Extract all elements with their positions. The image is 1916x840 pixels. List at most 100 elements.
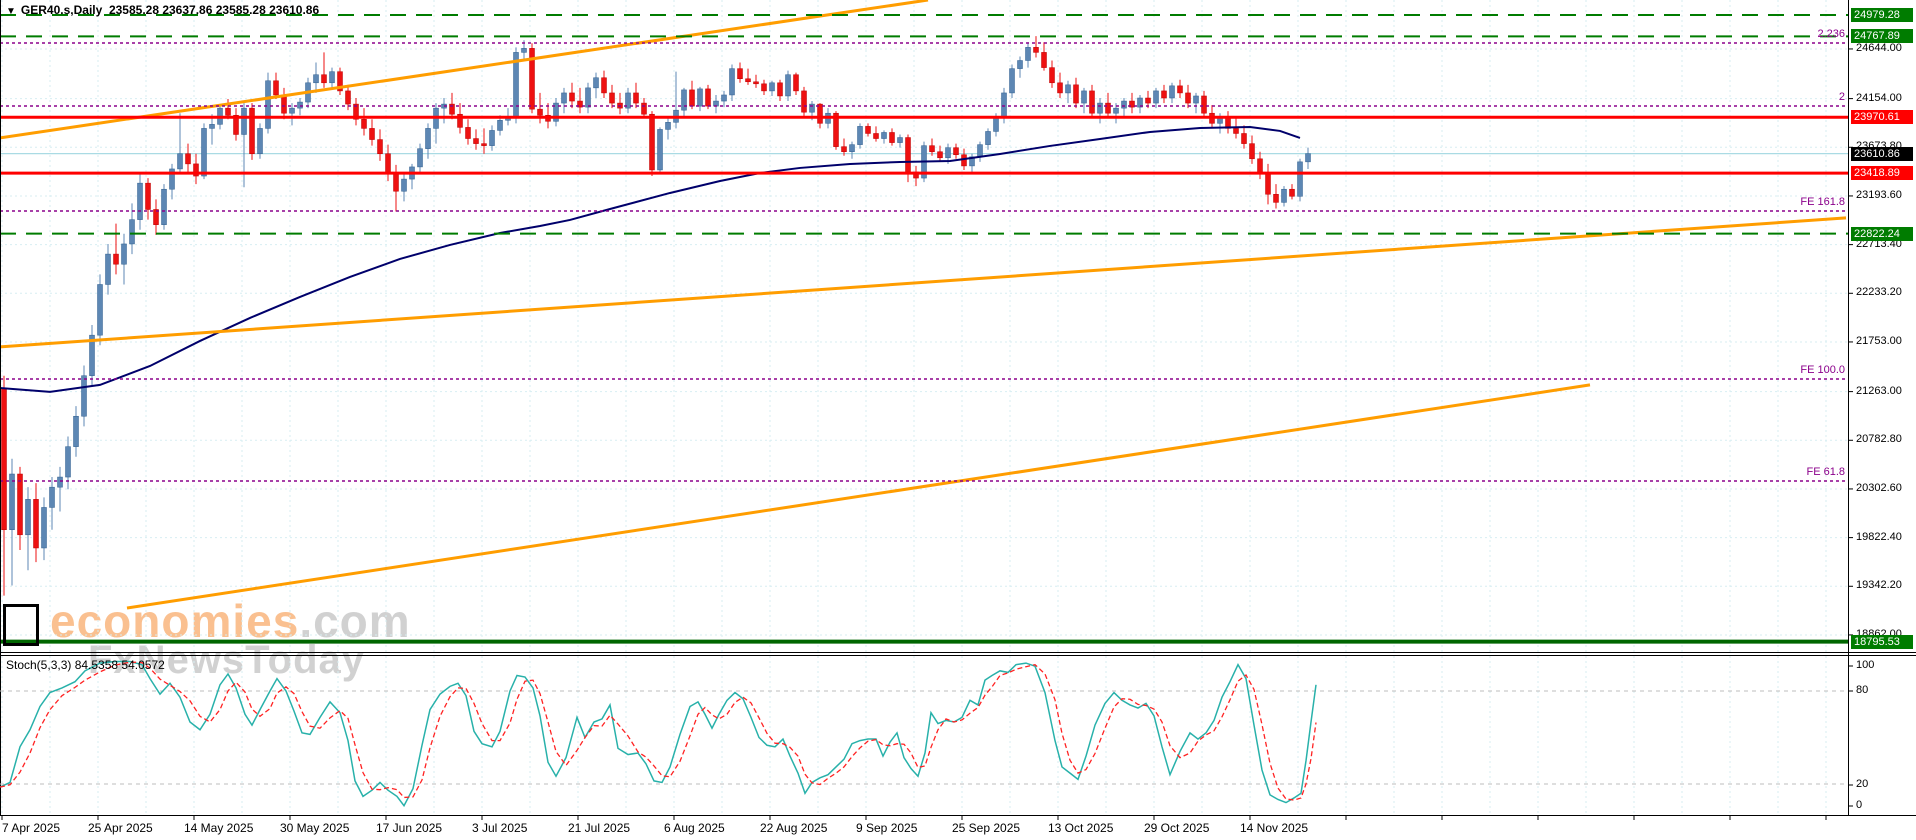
candle-body: [50, 487, 55, 507]
candle-body: [602, 78, 607, 93]
candle-body: [1186, 93, 1191, 103]
candle-body: [362, 119, 367, 128]
price-axis-tick-label: 21753.00: [1856, 335, 1902, 347]
candle-body: [154, 209, 159, 224]
stoch-axis-label: 80: [1856, 684, 1868, 696]
rectangle-drawing-object[interactable]: [3, 604, 39, 646]
price-badge: 18795.53: [1851, 635, 1913, 649]
candle-body: [994, 117, 999, 131]
candle-body: [1290, 189, 1295, 196]
time-axis-label: 3 Jul 2025: [472, 821, 527, 835]
price-badge: 24979.28: [1851, 8, 1913, 22]
candle-body: [98, 284, 103, 335]
candle-body: [522, 48, 527, 52]
fibo-level-label: FE 161.8: [1800, 196, 1845, 208]
candle-body: [1082, 91, 1087, 103]
candle-body: [298, 102, 303, 108]
candlestick-series: [2, 36, 1311, 595]
candle-body: [706, 89, 711, 106]
candle-body: [730, 69, 735, 95]
candle-body: [586, 88, 591, 107]
candle-body: [1122, 101, 1127, 108]
trendline[interactable]: [0, 218, 1846, 347]
candle-body: [418, 149, 423, 167]
candle-body: [794, 75, 799, 91]
candle-body: [698, 89, 703, 106]
candle-body: [1114, 108, 1119, 113]
candle-body: [346, 91, 351, 104]
candle-body: [146, 183, 151, 209]
trendline[interactable]: [127, 385, 1590, 608]
time-axis-label: 25 Apr 2025: [88, 821, 153, 835]
candle-body: [562, 93, 567, 103]
price-axis-tick-label: 23193.60: [1856, 189, 1902, 201]
candle-body: [114, 254, 119, 264]
candle-body: [1058, 83, 1063, 93]
fibo-level-label: FE 61.8: [1806, 466, 1845, 478]
price-axis-tick-label: 20302.60: [1856, 482, 1902, 494]
candle-body: [786, 75, 791, 96]
time-axis-label: 13 Oct 2025: [1048, 821, 1113, 835]
candle-body: [402, 179, 407, 191]
candle-body: [762, 84, 767, 91]
candle-body: [18, 474, 23, 535]
price-axis-tick-label: 22233.20: [1856, 286, 1902, 298]
fibo-level-label: 2: [1839, 91, 1845, 103]
fibo-level-label: FE 100.0: [1800, 364, 1845, 376]
candle-body: [74, 416, 79, 446]
candle-body: [394, 174, 399, 191]
candle-body: [106, 254, 111, 284]
price-axis-tick-label: 20782.80: [1856, 433, 1902, 445]
candle-body: [778, 83, 783, 96]
candle-body: [1002, 93, 1007, 117]
chart-menu-icon[interactable]: ▼: [6, 6, 16, 17]
time-axis-label: 6 Aug 2025: [664, 821, 725, 835]
candle-body: [1202, 96, 1207, 113]
price-axis-tick-label: 19822.40: [1856, 531, 1902, 543]
candle-body: [42, 507, 47, 548]
time-axis-label: 9 Sep 2025: [856, 821, 917, 835]
candle-body: [1018, 61, 1023, 69]
candle-body: [34, 499, 39, 548]
candle-body: [890, 132, 895, 142]
candle-body: [1250, 144, 1255, 159]
candle-body: [490, 130, 495, 145]
candle-body: [266, 81, 271, 129]
price-axis-tick-label: 24154.00: [1856, 92, 1902, 104]
candle-body: [482, 144, 487, 146]
candle-body: [818, 104, 823, 123]
candle-body: [162, 189, 167, 224]
candle-body: [466, 127, 471, 138]
candle-body: [1162, 91, 1167, 98]
candle-body: [282, 95, 287, 113]
candle-body: [1242, 133, 1247, 143]
mt4-chart-window: economies.com FxNewsToday ▼GER40.s,Daily…: [0, 0, 1916, 840]
candle-body: [258, 128, 263, 153]
price-badge: 22822.24: [1851, 227, 1913, 241]
price-axis-tick-label: 24644.00: [1856, 42, 1902, 54]
candle-body: [1042, 52, 1047, 67]
candle-body: [690, 90, 695, 106]
candle-body: [82, 376, 87, 417]
candle-body: [906, 138, 911, 172]
candle-body: [962, 155, 967, 166]
candle-body: [754, 82, 759, 84]
time-axis-label: 14 May 2025: [184, 821, 253, 835]
candle-body: [746, 79, 751, 82]
candle-body: [842, 147, 847, 152]
fibo-level-label: 2.236: [1817, 28, 1845, 40]
candle-body: [178, 154, 183, 169]
candle-body: [986, 131, 991, 144]
time-axis-label: 29 Oct 2025: [1144, 821, 1209, 835]
price-badge: 23970.61: [1851, 110, 1913, 124]
time-axis-label: 25 Sep 2025: [952, 821, 1020, 835]
candle-body: [658, 129, 663, 170]
candle-body: [1010, 69, 1015, 93]
candle-body: [1194, 96, 1199, 103]
candle-body: [650, 114, 655, 170]
chart-plot-area[interactable]: [0, 0, 1916, 840]
price-badge: 24767.89: [1851, 29, 1913, 43]
candle-body: [386, 154, 391, 174]
candle-body: [66, 447, 71, 477]
candle-body: [866, 126, 871, 133]
